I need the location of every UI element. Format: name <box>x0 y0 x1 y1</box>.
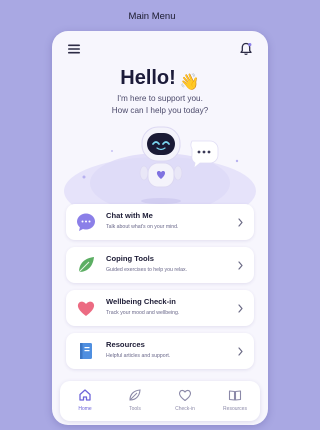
card-title: Coping Tools <box>106 254 154 263</box>
tab-home[interactable]: Home <box>60 381 110 421</box>
greeting-heading: Hello! 👋 <box>52 67 268 92</box>
menu-cards: Chat with Me Talk about what's on your m… <box>66 204 254 376</box>
greeting-text: Hello! <box>120 67 176 89</box>
bell-icon[interactable] <box>238 41 254 57</box>
phone-screen: Hello! 👋 I'm here to support you. How can… <box>52 31 268 425</box>
hamburger-menu-icon[interactable] <box>66 41 82 57</box>
card-description: Track your mood and wellbeing. <box>106 310 180 316</box>
card-resources[interactable]: Resources Helpful articles and support. <box>66 333 254 369</box>
bottom-tab-bar: Home Tools Check-in Resources <box>60 381 260 421</box>
leaf-outline-icon <box>129 389 141 401</box>
card-description: Talk about what's on your mind. <box>106 224 179 230</box>
card-description: Helpful articles and support. <box>106 353 171 359</box>
book-icon <box>80 343 92 359</box>
tab-label: Resources <box>223 406 247 412</box>
chat-bubble-icon <box>77 213 95 231</box>
tab-label: Tools <box>129 406 141 412</box>
card-wellbeing-check-in[interactable]: Wellbeing Check-in Track your mood and w… <box>66 290 254 326</box>
tab-tools[interactable]: Tools <box>110 381 160 421</box>
home-icon <box>79 389 91 401</box>
tab-label: Home <box>78 406 92 412</box>
heart-outline-icon <box>179 389 191 402</box>
greeting-subtitle: I'm here to support you. How can I help … <box>52 93 268 117</box>
chevron-right-icon <box>238 218 243 227</box>
screen-title: Main Menu <box>128 11 176 22</box>
wave-emoji-icon: 👋 <box>179 74 200 91</box>
leaf-icon <box>78 257 94 273</box>
card-title: Resources <box>106 340 145 349</box>
tab-check-in[interactable]: Check-in <box>160 381 210 421</box>
tab-label: Check-in <box>175 406 195 412</box>
chevron-right-icon <box>238 347 243 356</box>
card-description: Guided exercises to help you relax. <box>106 267 188 273</box>
chevron-right-icon <box>238 304 243 313</box>
book-outline-icon <box>228 390 242 401</box>
card-coping-tools[interactable]: Coping Tools Guided exercises to help yo… <box>66 247 254 283</box>
card-chat-with-me[interactable]: Chat with Me Talk about what's on your m… <box>66 204 254 240</box>
subtitle-line-2: How can I help you today? <box>111 106 209 115</box>
tab-resources[interactable]: Resources <box>210 381 260 421</box>
heart-icon <box>77 301 95 316</box>
chevron-right-icon <box>238 261 243 270</box>
card-title: Chat with Me <box>106 211 153 220</box>
card-title: Wellbeing Check-in <box>106 297 176 306</box>
subtitle-line-1: I'm here to support you. <box>117 94 203 103</box>
